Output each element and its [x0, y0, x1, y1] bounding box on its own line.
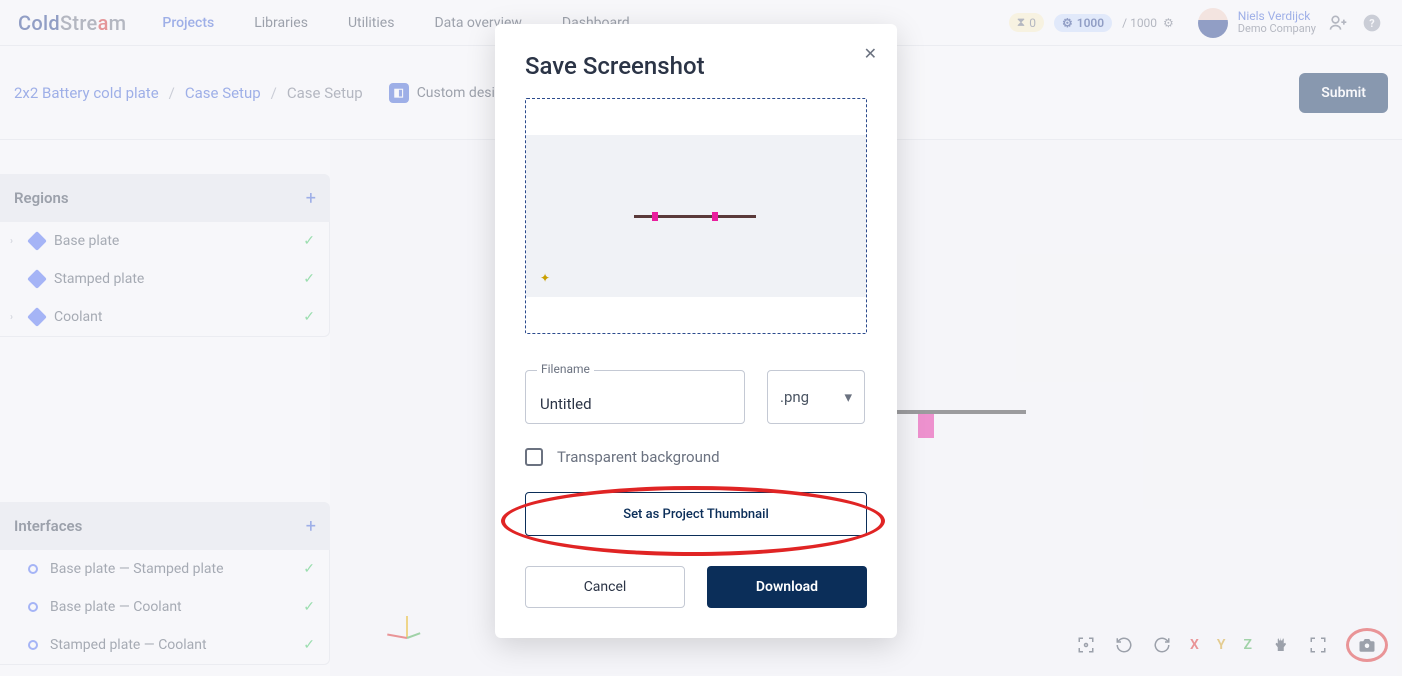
filename-field: Filename: [525, 370, 745, 424]
extension-value: .png: [780, 388, 809, 406]
filename-input[interactable]: [525, 370, 745, 424]
cancel-button[interactable]: Cancel: [525, 566, 685, 608]
save-screenshot-modal: Save Screenshot ✕ ✦ Filename .png ▾ Tran…: [495, 24, 897, 638]
axis-gizmo-icon: ✦: [540, 271, 550, 285]
set-thumbnail-button[interactable]: Set as Project Thumbnail: [525, 492, 867, 536]
screenshot-preview: ✦: [525, 98, 867, 334]
chevron-down-icon: ▾: [844, 388, 852, 406]
filename-label: Filename: [537, 362, 594, 376]
modal-title: Save Screenshot: [525, 52, 867, 80]
transparent-bg-checkbox[interactable]: [525, 448, 543, 466]
transparent-bg-label: Transparent background: [557, 448, 720, 466]
close-icon[interactable]: ✕: [864, 44, 877, 63]
extension-select[interactable]: .png ▾: [767, 370, 865, 424]
download-button[interactable]: Download: [707, 566, 867, 608]
extension-field: .png ▾: [767, 370, 865, 424]
